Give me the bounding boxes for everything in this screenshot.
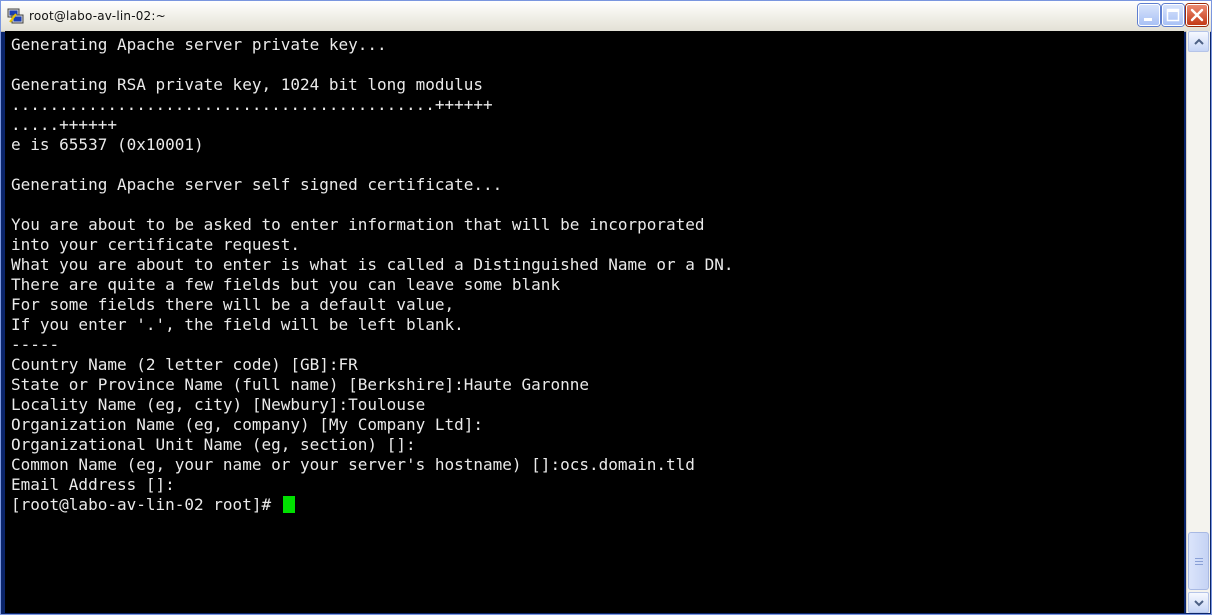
text-cursor	[282, 496, 295, 513]
scroll-up-button[interactable]	[1188, 31, 1209, 52]
terminal-line: Email Address []:	[11, 475, 175, 494]
terminal-line: You are about to be asked to enter infor…	[11, 215, 705, 234]
terminal-line: There are quite a few fields but you can…	[11, 275, 561, 294]
terminal-line: ........................................…	[11, 95, 493, 114]
terminal-line: into your certificate request.	[11, 235, 300, 254]
terminal-line: Country Name (2 letter code) [GB]:FR	[11, 355, 358, 374]
window-title: root@labo-av-lin-02:~	[29, 9, 166, 23]
maximize-button[interactable]	[1162, 4, 1184, 26]
terminal-line: Generating Apache server self signed cer…	[11, 175, 503, 194]
scrollbar-thumb[interactable]	[1188, 532, 1209, 590]
vertical-scrollbar[interactable]	[1186, 31, 1210, 613]
terminal-line: Common Name (eg, your name or your serve…	[11, 455, 695, 474]
terminal-line: If you enter '.', the field will be left…	[11, 315, 464, 334]
close-icon	[1190, 8, 1204, 22]
terminal-line: -----	[11, 335, 60, 354]
chevron-down-icon	[1194, 600, 1204, 607]
minimize-button[interactable]	[1138, 4, 1160, 26]
terminal-line: Generating Apache server private key...	[11, 35, 387, 54]
terminal-line: Generating RSA private key, 1024 bit lon…	[11, 75, 484, 94]
minimize-icon	[1144, 18, 1152, 21]
chevron-up-icon	[1194, 38, 1204, 45]
shell-prompt: [root@labo-av-lin-02 root]#	[11, 495, 281, 514]
terminal-line: For some fields there will be a default …	[11, 295, 455, 314]
terminal-line: What you are about to enter is what is c…	[11, 255, 734, 274]
terminal-line: State or Province Name (full name) [Berk…	[11, 375, 589, 394]
terminal-line: Organizational Unit Name (eg, section) […	[11, 435, 416, 454]
putty-icon[interactable]	[7, 8, 24, 24]
scroll-down-button[interactable]	[1188, 592, 1209, 613]
maximize-icon	[1166, 8, 1180, 22]
terminal-window: root@labo-av-lin-02:~ Generating Apache …	[0, 0, 1212, 615]
grip-icon	[1195, 558, 1203, 565]
terminal-line: Locality Name (eg, city) [Newbury]:Toulo…	[11, 395, 426, 414]
title-bar[interactable]: root@labo-av-lin-02:~	[1, 1, 1211, 32]
terminal-output[interactable]: Generating Apache server private key... …	[5, 31, 1184, 613]
terminal-line: .....++++++	[11, 115, 117, 134]
close-button[interactable]	[1186, 4, 1208, 26]
terminal-line: e is 65537 (0x10001)	[11, 135, 204, 154]
shell-prompt-line[interactable]: [root@labo-av-lin-02 root]#	[11, 495, 295, 515]
terminal-line: Organization Name (eg, company) [My Comp…	[11, 415, 484, 434]
